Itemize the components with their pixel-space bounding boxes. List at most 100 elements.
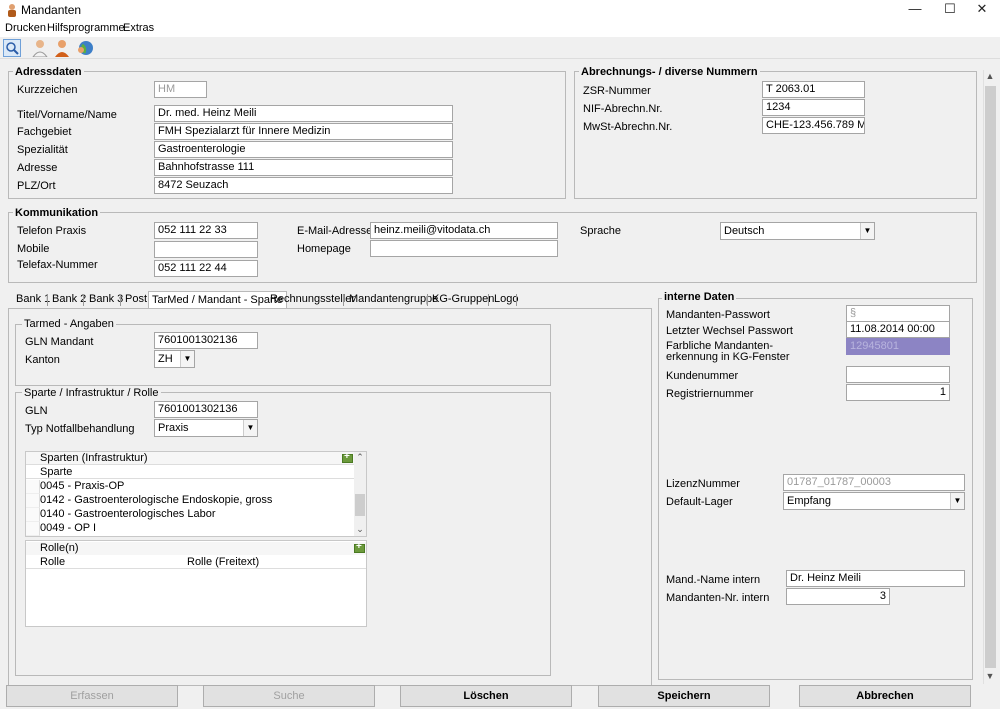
mobile-field[interactable] xyxy=(154,241,258,258)
toolbar xyxy=(0,37,1000,59)
mandname-label: Mand.-Name intern xyxy=(666,574,761,586)
chevron-down-icon: ▼ xyxy=(180,351,194,367)
kunden-field[interactable] xyxy=(846,366,950,383)
nif-label: NIF-Abrechn.Nr. xyxy=(583,103,663,115)
abbrechen-button[interactable]: Abbrechen xyxy=(799,685,971,707)
nif-field[interactable]: 1234 xyxy=(762,99,865,116)
search-icon[interactable] xyxy=(3,39,21,57)
telefon-field[interactable]: 052 111 22 33 xyxy=(154,222,258,239)
table-row[interactable]: 0140 - Gastroenterologisches Labor xyxy=(40,508,354,522)
fachgebiet-field[interactable]: FMH Spezialarzt für Innere Medizin xyxy=(154,123,453,140)
lager-select[interactable]: Empfang ▼ xyxy=(783,492,965,510)
spezialitaet-field[interactable]: Gastroenterologie xyxy=(154,141,453,158)
fachgebiet-label: Fachgebiet xyxy=(17,126,72,138)
passwort-field[interactable]: § xyxy=(846,305,950,322)
loeschen-button[interactable]: Löschen xyxy=(400,685,572,707)
homepage-label: Homepage xyxy=(297,243,351,255)
app-icon xyxy=(6,3,18,17)
tarmed-title: Tarmed - Angaben xyxy=(22,318,116,330)
plz-field[interactable]: 8472 Seuzach xyxy=(154,177,453,194)
scroll-up-icon[interactable]: ⌃ xyxy=(353,452,367,463)
table-row[interactable]: 0045 - Praxis-OP xyxy=(40,480,354,494)
chevron-down-icon: ▼ xyxy=(243,420,257,436)
tab-bank-2[interactable]: Bank 2 xyxy=(52,293,86,308)
kommunikation-title: Kommunikation xyxy=(13,207,101,219)
mandname-field[interactable]: Dr. Heinz Meili xyxy=(786,570,965,587)
titel-label: Titel/Vorname/Name xyxy=(17,109,117,121)
kurzzeichen-label: Kurzzeichen xyxy=(17,84,78,96)
user-icon[interactable] xyxy=(53,39,71,57)
gln-field[interactable]: 7601001302136 xyxy=(154,401,258,418)
mwst-label: MwSt-Abrechn.Nr. xyxy=(583,121,673,133)
tab-mandantengruppe[interactable]: Mandantengruppe xyxy=(349,293,438,308)
menu-drucken[interactable]: Drucken xyxy=(5,22,46,34)
row-indicator xyxy=(26,522,40,536)
lizenz-label: LizenzNummer xyxy=(666,478,740,490)
zsr-field[interactable]: T 2063.01 xyxy=(762,81,865,98)
row-indicator xyxy=(26,480,40,494)
maximize-button[interactable]: ☐ xyxy=(932,0,968,20)
adresse-field[interactable]: Bahnhofstrasse 111 xyxy=(154,159,453,176)
titel-field[interactable]: Dr. med. Heinz Meili xyxy=(154,105,453,122)
fax-field[interactable]: 052 111 22 44 xyxy=(154,260,258,277)
scroll-thumb[interactable] xyxy=(355,494,365,516)
add-row-icon[interactable] xyxy=(342,451,353,463)
tab-logo[interactable]: Logo xyxy=(494,293,518,308)
chevron-down-icon: ▼ xyxy=(860,223,874,239)
table-row[interactable]: 0049 - OP I xyxy=(40,522,354,536)
typ-notfall-label: Typ Notfallbehandlung xyxy=(25,423,135,435)
wechsel-label: Letzter Wechsel Passwort xyxy=(666,325,793,337)
menu-extras[interactable]: Extras xyxy=(123,22,154,34)
tab-bank-3[interactable]: Bank 3 xyxy=(89,293,123,308)
close-button[interactable]: ✕ xyxy=(964,0,1000,20)
minimize-button[interactable]: — xyxy=(897,0,933,20)
email-label: E-Mail-Adresse xyxy=(297,225,373,237)
tab-tarmed[interactable]: TarMed / Mandant - Sparte xyxy=(148,291,287,309)
spezialitaet-label: Spezialität xyxy=(17,144,68,156)
kunden-label: Kundenummer xyxy=(666,370,739,382)
table-row[interactable]: 0142 - Gastroenterologische Endoskopie, … xyxy=(40,494,354,508)
typ-notfall-value: Praxis xyxy=(158,422,189,434)
kanton-value: ZH xyxy=(158,353,173,365)
farb-color-field[interactable]: 12945801 xyxy=(846,338,950,355)
title-bar xyxy=(0,0,1000,20)
user-doctor-icon[interactable] xyxy=(31,39,49,58)
erfassen-button[interactable]: Erfassen xyxy=(6,685,178,707)
lizenz-field[interactable]: 01787_01787_00003 xyxy=(783,474,965,491)
tab-separator xyxy=(47,294,48,306)
scroll-up-icon[interactable]: ▲ xyxy=(983,71,997,81)
globe-user-icon[interactable] xyxy=(76,39,94,57)
tab-separator xyxy=(516,294,517,306)
plz-label: PLZ/Ort xyxy=(17,180,56,192)
tab-post[interactable]: Post xyxy=(125,293,147,308)
sprache-select[interactable]: Deutsch ▼ xyxy=(720,222,875,240)
scroll-down-icon[interactable]: ▼ xyxy=(983,671,997,681)
email-field[interactable]: heinz.meili@vitodata.ch xyxy=(370,222,558,239)
gln-mandant-field[interactable]: 7601001302136 xyxy=(154,332,258,349)
register-field[interactable]: 1 xyxy=(846,384,950,401)
kurzzeichen-field[interactable]: HM xyxy=(154,81,207,98)
gln-label: GLN xyxy=(25,405,48,417)
tab-separator xyxy=(427,294,428,306)
tab-bank-1[interactable]: Bank 1 xyxy=(16,293,50,308)
telefon-label: Telefon Praxis xyxy=(17,225,87,237)
main-scroll-thumb[interactable] xyxy=(985,86,996,668)
fax-label: Telefax-Nummer xyxy=(17,259,98,271)
chevron-down-icon: ▼ xyxy=(950,493,964,509)
scroll-down-icon[interactable]: ⌄ xyxy=(353,524,367,535)
speichern-button[interactable]: Speichern xyxy=(598,685,770,707)
homepage-field[interactable] xyxy=(370,240,558,257)
wechsel-field[interactable]: 11.08.2014 00:00 xyxy=(846,321,950,338)
kanton-select[interactable]: ZH ▼ xyxy=(154,350,195,368)
tab-kg-gruppen[interactable]: KG-Gruppen xyxy=(432,293,494,308)
typ-notfall-select[interactable]: Praxis ▼ xyxy=(154,419,258,437)
farb-label-2: erkennung in KG-Fenster xyxy=(666,351,790,363)
add-row-icon[interactable] xyxy=(354,541,365,553)
lager-label: Default-Lager xyxy=(666,496,733,508)
mandnr-field[interactable]: 3 xyxy=(786,588,890,605)
abrechnung-title: Abrechnungs- / diverse Nummern xyxy=(579,66,760,78)
intern-title: interne Daten xyxy=(662,291,737,303)
mwst-field[interactable]: CHE-123.456.789 MWST xyxy=(762,117,865,134)
menu-hilfsprogramme[interactable]: Hilfsprogramme xyxy=(47,22,125,34)
suche-button[interactable]: Suche xyxy=(203,685,375,707)
